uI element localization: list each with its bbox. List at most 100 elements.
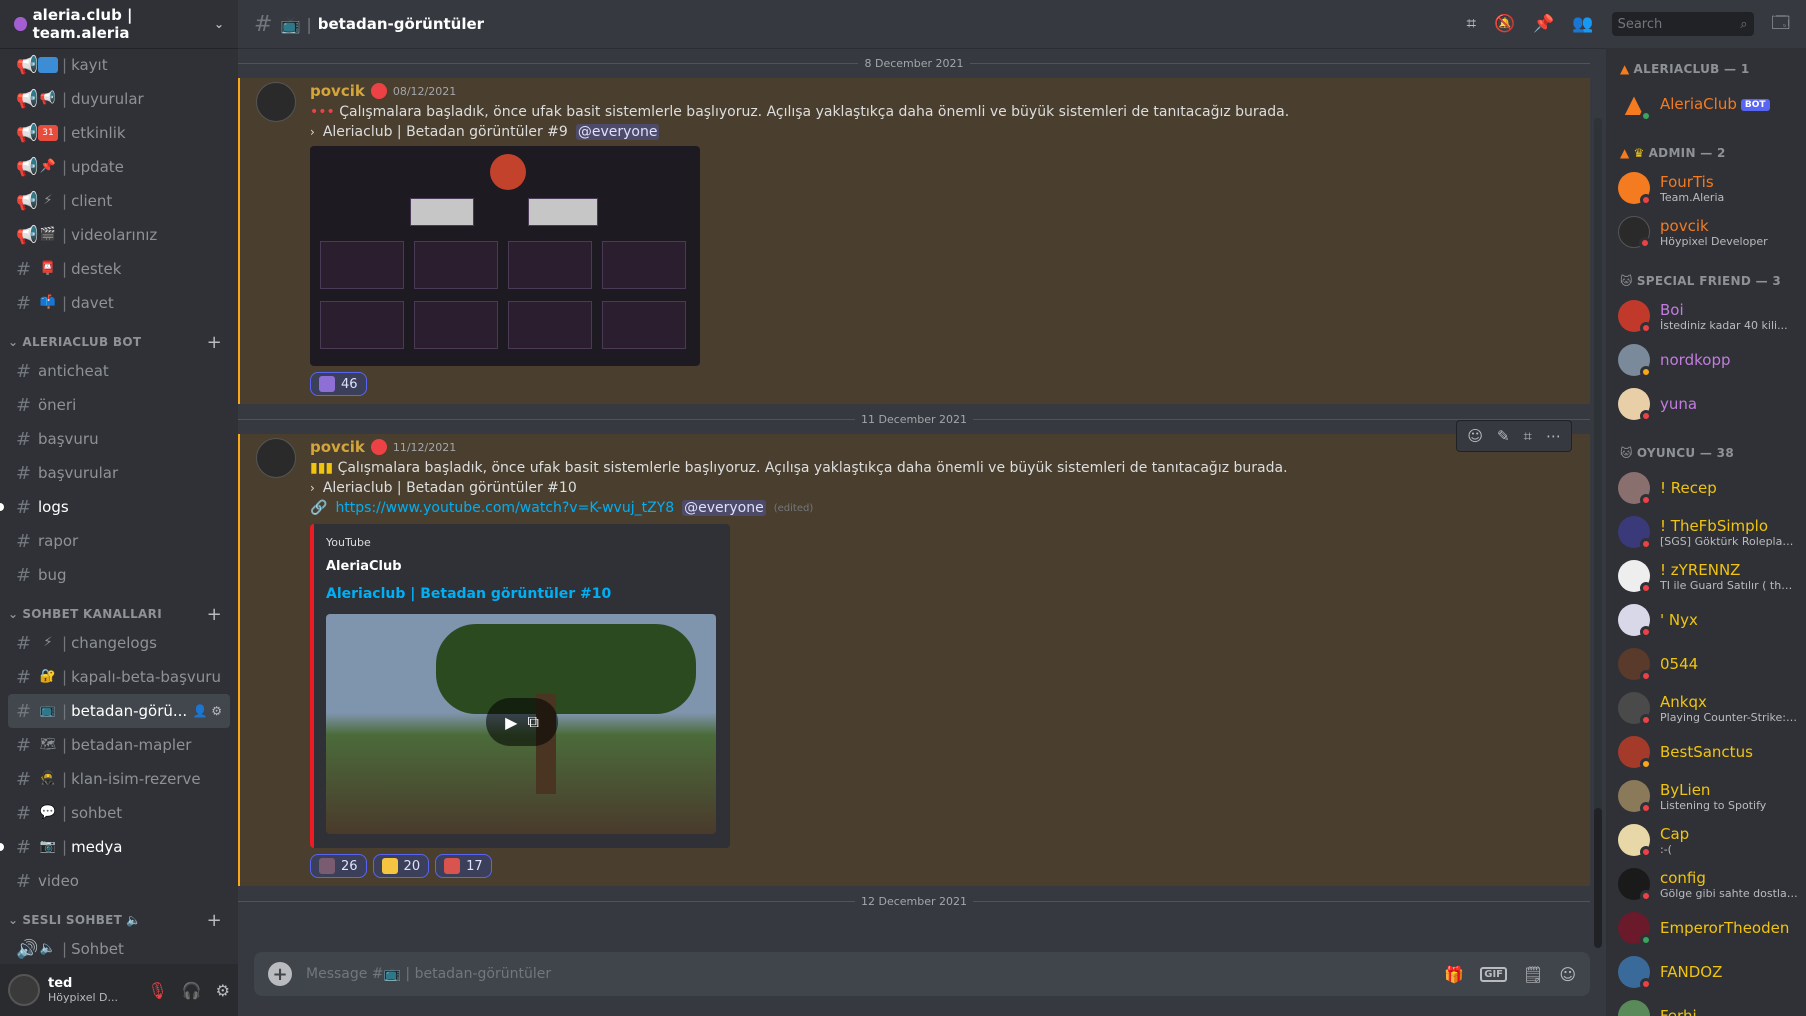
member-item[interactable]: Cap:-( bbox=[1606, 818, 1806, 862]
member-item[interactable]: ByLien Listening to Spotify bbox=[1606, 774, 1806, 818]
channel-duyurular[interactable]: 📢 📢 | duyurular bbox=[8, 82, 230, 116]
message-author[interactable]: povcik bbox=[310, 438, 365, 456]
channel-oneri[interactable]: # öneri bbox=[8, 388, 230, 422]
video-thumbnail[interactable]: ▶ ⧉ bbox=[326, 614, 716, 834]
member-item[interactable]: Boi İstediniz kadar 40 kili... bbox=[1606, 294, 1806, 338]
channel-videolariniz[interactable]: 📢 🎬 | videolarınız bbox=[8, 218, 230, 252]
channel-update[interactable]: 📢 📌 | update bbox=[8, 150, 230, 184]
gear-icon[interactable]: ⚙ bbox=[211, 704, 222, 718]
scrollbar[interactable] bbox=[1594, 118, 1602, 948]
avatar[interactable] bbox=[8, 974, 40, 1006]
member-name: yuna bbox=[1660, 395, 1698, 413]
channel-sohbet[interactable]: # 💬 | sohbet bbox=[8, 796, 230, 830]
channel-logs[interactable]: # logs bbox=[0, 490, 230, 524]
everyone-mention[interactable]: @everyone bbox=[682, 500, 766, 516]
emoji-icon[interactable]: ☺ bbox=[1559, 965, 1576, 984]
invite-icon[interactable]: 👤 bbox=[192, 704, 207, 718]
scrollbar-thumb[interactable] bbox=[1594, 808, 1602, 948]
channel-rapor[interactable]: # rapor bbox=[8, 524, 230, 558]
reaction-button[interactable]: 46 bbox=[310, 372, 367, 396]
embed-author[interactable]: AleriaClub bbox=[326, 559, 714, 574]
channel-video[interactable]: # video bbox=[8, 864, 230, 898]
channel-kayit[interactable]: 📢 | kayıt bbox=[8, 48, 230, 82]
member-item[interactable]: yuna bbox=[1606, 382, 1806, 426]
threads-icon[interactable]: ⌗ bbox=[1466, 14, 1476, 34]
member-item[interactable]: ' Nyx bbox=[1606, 598, 1806, 642]
open-external-icon[interactable]: ⧉ bbox=[527, 712, 538, 732]
channel-klan-isim-rezerve[interactable]: # 🥷 | klan-isim-rezerve bbox=[8, 762, 230, 796]
member-item[interactable]: EmperorTheoden bbox=[1606, 906, 1806, 950]
edit-icon[interactable]: ✎ bbox=[1497, 427, 1510, 445]
member-item[interactable]: FANDOZ bbox=[1606, 950, 1806, 994]
channel-basvuru[interactable]: # başvuru bbox=[8, 422, 230, 456]
member-item[interactable]: BestSanctus bbox=[1606, 730, 1806, 774]
message-input[interactable]: Message #📺 | betadan-görüntüler bbox=[306, 966, 551, 982]
reaction-button[interactable]: 26 bbox=[310, 854, 367, 878]
channel-bug[interactable]: # bug bbox=[8, 558, 230, 592]
avatar bbox=[1618, 824, 1652, 858]
member-item[interactable]: ! TheFbSimplo[SGS] Göktürk Roleplay :htt… bbox=[1606, 510, 1806, 554]
pin-icon[interactable]: 📌 bbox=[1533, 14, 1554, 34]
upload-plus-icon[interactable]: + bbox=[268, 962, 292, 986]
gif-icon[interactable]: GIF bbox=[1480, 966, 1507, 982]
channel-betadan-mapler[interactable]: # 🗺 | betadan-mapler bbox=[8, 728, 230, 762]
status-indicator bbox=[1640, 538, 1652, 550]
gear-icon[interactable]: ⚙ bbox=[216, 981, 230, 1000]
message[interactable]: ☺ ✎ ⌗ ⋯ povcik 11/12/2021 ▮▮▮ Çalışmalara… bbox=[238, 420, 1590, 886]
channel-medya[interactable]: # 📷 | medya bbox=[0, 830, 230, 864]
headphones-icon[interactable]: 🎧 bbox=[182, 981, 202, 1000]
message[interactable]: povcik 08/12/2021 ••• Çalışmalara başladı… bbox=[238, 78, 1590, 404]
add-channel-icon[interactable]: + bbox=[207, 604, 222, 625]
member-item[interactable]: Ferhi bbox=[1606, 994, 1806, 1016]
youtube-link[interactable]: https://www.youtube.com/watch?v=K-wvuj_t… bbox=[335, 500, 674, 516]
search-input[interactable]: Search ⌕ bbox=[1611, 12, 1754, 36]
inbox-icon[interactable]: 🗔 bbox=[1772, 10, 1790, 39]
embed-title[interactable]: Aleriaclub | Betadan görüntüler #10 bbox=[326, 586, 714, 602]
category-aleriaclub-bot[interactable]: ⌄ ALERIACLUB BOT + bbox=[0, 320, 238, 354]
add-channel-icon[interactable]: + bbox=[207, 910, 222, 931]
channel-basvurular[interactable]: # başvurular bbox=[8, 456, 230, 490]
member-item[interactable]: nordkopp bbox=[1606, 338, 1806, 382]
embed-provider[interactable]: YouTube bbox=[326, 536, 714, 549]
channel-davet[interactable]: # 📫 | davet bbox=[8, 286, 230, 320]
member-item[interactable]: config Gölge gibi sahte dostlar... bbox=[1606, 862, 1806, 906]
sticker-icon[interactable]: 🗒 bbox=[1523, 965, 1543, 984]
thread-icon[interactable]: ⌗ bbox=[1524, 427, 1532, 445]
reaction-button[interactable]: 20 bbox=[372, 854, 430, 878]
member-item[interactable]: ! zYRENNZTI ile Guard Satılır ( the kin.… bbox=[1606, 554, 1806, 598]
member-item[interactable]: ! Recep bbox=[1606, 466, 1806, 510]
category-sesli-sohbet[interactable]: ⌄ SESLI SOHBET 🔈 + bbox=[0, 898, 238, 932]
server-header[interactable]: aleria.club | team.aleria ⌄ bbox=[0, 0, 238, 48]
member-item[interactable]: FourTis Team.Aleria bbox=[1606, 166, 1806, 210]
member-name: ! TheFbSimplo bbox=[1660, 516, 1768, 535]
member-item[interactable]: povcik Höypixel Developer bbox=[1606, 210, 1806, 254]
more-icon[interactable]: ⋯ bbox=[1546, 427, 1561, 445]
chevron-down-icon[interactable]: ⌄ bbox=[214, 17, 224, 31]
channel-changelogs[interactable]: # ⚡ | changelogs bbox=[8, 626, 230, 660]
avatar[interactable] bbox=[256, 438, 296, 478]
channel-etkinlik[interactable]: 📢 31 | etkinlik bbox=[8, 116, 230, 150]
reaction-button[interactable]: 17 bbox=[435, 854, 492, 878]
channel-kapali-beta-basvuru[interactable]: # 🔐 | kapalı-beta-başvuru bbox=[8, 660, 230, 694]
image-attachment[interactable] bbox=[310, 146, 700, 366]
channel-anticheat[interactable]: # anticheat bbox=[8, 354, 230, 388]
members-icon[interactable]: 👥 bbox=[1572, 14, 1593, 34]
channel-betadan-goruntuler[interactable]: # 📺 | betadan-görü... 👤 ⚙ bbox=[8, 694, 230, 728]
category-sohbet-kanallari[interactable]: ⌄ SOHBET KANALLARI + bbox=[0, 592, 238, 626]
add-reaction-icon[interactable]: ☺ bbox=[1467, 427, 1483, 445]
channel-client[interactable]: 📢 ⚡ | client bbox=[8, 184, 230, 218]
notification-bell-icon[interactable]: 🔕 bbox=[1494, 14, 1515, 34]
tooltip-box bbox=[320, 241, 404, 289]
mute-mic-icon[interactable]: 🎙 bbox=[147, 981, 167, 1000]
play-icon[interactable]: ▶ bbox=[505, 713, 517, 732]
everyone-mention[interactable]: @everyone bbox=[575, 124, 660, 140]
member-item[interactable]: 0544 bbox=[1606, 642, 1806, 686]
member-item[interactable]: AnkqxPlaying Counter-Strike: Glob... bbox=[1606, 686, 1806, 730]
member-item[interactable]: ▲ AleriaClub BOT bbox=[1606, 82, 1806, 126]
add-channel-icon[interactable]: + bbox=[207, 332, 222, 353]
message-author[interactable]: povcik bbox=[310, 82, 365, 100]
gift-icon[interactable]: 🎁 bbox=[1444, 965, 1464, 984]
channel-destek[interactable]: # 📮 | destek bbox=[8, 252, 230, 286]
voice-channel-sohbet[interactable]: 🔊 🔈 | Sohbet bbox=[8, 932, 230, 964]
avatar[interactable] bbox=[256, 82, 296, 122]
